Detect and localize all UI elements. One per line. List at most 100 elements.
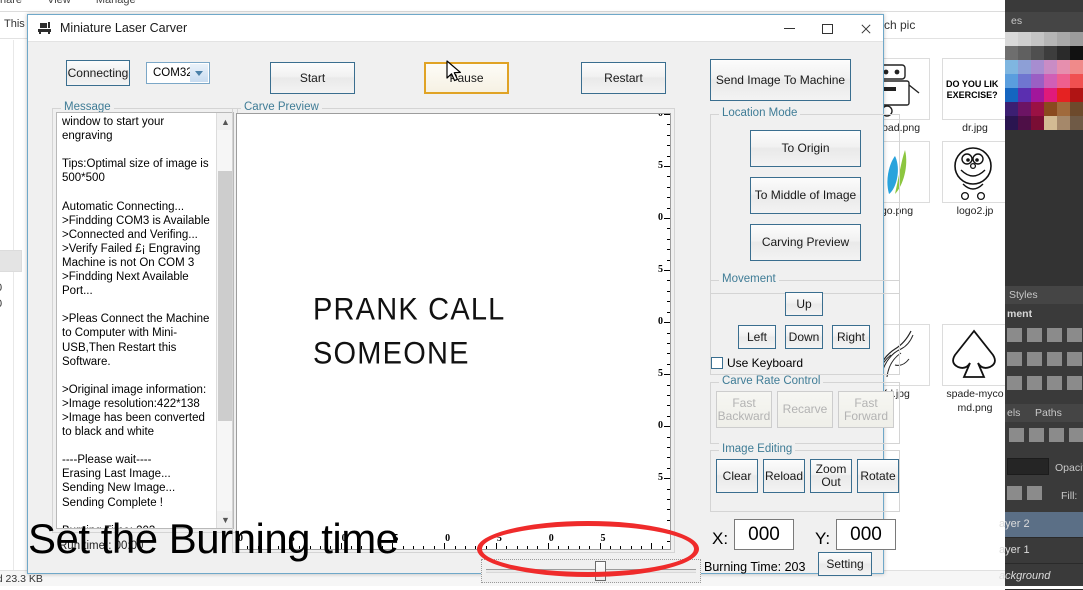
- file-item[interactable]: logo2.jp: [940, 141, 1010, 217]
- ribbon-tab-view[interactable]: View: [47, 0, 71, 6]
- recarve-button[interactable]: Recarve: [777, 391, 833, 428]
- selective-color-icon[interactable]: [1007, 376, 1022, 390]
- setting-button[interactable]: Setting: [818, 552, 872, 576]
- ruler-label: 0: [658, 420, 663, 432]
- brightness-icon[interactable]: [1007, 352, 1022, 366]
- title-bar[interactable]: Miniature Laser Carver: [28, 15, 883, 41]
- start-button[interactable]: Start: [270, 62, 355, 94]
- layer-filter-icons[interactable]: [1009, 428, 1083, 442]
- y-coordinate-field[interactable]: 000: [836, 519, 896, 550]
- channels-tab[interactable]: els: [1007, 407, 1020, 419]
- layer-row[interactable]: ackground: [999, 564, 1083, 590]
- ruler-minor-tick: [667, 467, 670, 469]
- zoom-out-button[interactable]: Zoom Out: [810, 459, 852, 493]
- lock-icon[interactable]: [1027, 486, 1042, 500]
- move-left-button[interactable]: Left: [738, 325, 776, 349]
- ruler-minor-tick: [667, 498, 670, 500]
- use-keyboard-checkbox[interactable]: [711, 357, 723, 369]
- lock-icon-row[interactable]: [1007, 486, 1042, 500]
- paths-tab[interactable]: Paths: [1035, 407, 1062, 419]
- adjustment-filter-icon[interactable]: [1029, 428, 1044, 442]
- move-down-button[interactable]: Down: [785, 325, 823, 349]
- maximize-button[interactable]: [809, 15, 847, 41]
- chevron-down-icon[interactable]: [190, 64, 208, 82]
- fast-forward-button[interactable]: Fast Forward: [838, 391, 894, 428]
- y-label: Y:: [815, 529, 831, 548]
- ruler-minor-tick: [667, 509, 670, 511]
- curves-icon[interactable]: [1027, 328, 1042, 342]
- layer-row[interactable]: ayer 1: [999, 538, 1083, 564]
- color-balance-icon[interactable]: [1047, 352, 1062, 366]
- layer-row[interactable]: ayer 2: [999, 512, 1083, 538]
- ruler-label: 0: [658, 212, 663, 224]
- ruler-minor-tick: [667, 186, 670, 188]
- send-image-to-machine-button[interactable]: Send Image To Machine: [710, 59, 851, 101]
- fast-backward-button[interactable]: Fast Backward: [716, 391, 772, 428]
- layer-name: ayer 1: [999, 544, 1030, 556]
- minimize-button[interactable]: [771, 15, 809, 41]
- carving-preview-button[interactable]: Carving Preview: [750, 224, 861, 261]
- ruler-minor-tick: [667, 436, 670, 438]
- photo-filter-icon[interactable]: [1027, 352, 1042, 366]
- ruler-major-tick: [664, 114, 670, 115]
- pause-button[interactable]: Pause: [424, 62, 509, 94]
- scrollbar-thumb[interactable]: [218, 171, 233, 421]
- ribbon-tab-share[interactable]: hare: [0, 0, 22, 6]
- clear-button[interactable]: Clear: [716, 459, 758, 493]
- levels-icon[interactable]: [1007, 328, 1022, 342]
- adjustments-icon-row-1[interactable]: [1007, 328, 1082, 342]
- image-filter-icon[interactable]: [1009, 428, 1024, 442]
- x-coordinate-field[interactable]: 000: [734, 519, 794, 550]
- close-button[interactable]: [847, 15, 885, 41]
- file-item[interactable]: DO YOU LIK EXERCISE? dr.jpg: [940, 58, 1010, 134]
- exposure-icon[interactable]: [1047, 328, 1062, 342]
- message-scrollbar[interactable]: ▲ ▼: [216, 113, 233, 528]
- ruler-minor-tick: [667, 457, 670, 459]
- gradient-icon[interactable]: [1067, 376, 1082, 390]
- carve-preview-text: PRANK CALL SOMEONE: [313, 288, 506, 377]
- channel-mixer-icon[interactable]: [1067, 352, 1082, 366]
- shape-filter-icon[interactable]: [1069, 428, 1083, 442]
- carve-preview-canvas[interactable]: PRANK CALL SOMEONE 0 5 0 5 0 5 0 5 0 5 0 5 0 5 0 5: [236, 113, 671, 550]
- message-textbox[interactable]: window to start your engraving Tips:Opti…: [56, 112, 234, 529]
- photoshop-panel-tabs[interactable]: Styles: [1005, 286, 1083, 304]
- to-middle-of-image-button[interactable]: To Middle of Image: [750, 177, 861, 214]
- ruler-minor-tick: [667, 332, 670, 334]
- ruler-minor-tick: [667, 176, 670, 178]
- reload-button[interactable]: Reload: [763, 459, 805, 493]
- ruler-minor-tick: [667, 197, 670, 199]
- move-right-button[interactable]: Right: [832, 325, 870, 349]
- file-name-wrap: md.png: [957, 402, 993, 414]
- photoshop-tabbar[interactable]: es: [1005, 12, 1083, 32]
- ribbon-tab-list[interactable]: hare View Manage: [0, 0, 158, 6]
- move-up-button[interactable]: Up: [785, 292, 823, 316]
- image-editing-title: Image Editing: [719, 443, 796, 455]
- explorer-nav-pane[interactable]: 0 0: [0, 40, 22, 570]
- layers-panel-tabs[interactable]: els Paths: [1005, 404, 1083, 422]
- styles-tab[interactable]: Styles: [1009, 289, 1038, 301]
- com-port-select[interactable]: COM32: [146, 62, 210, 84]
- ruler-minor-tick: [667, 207, 670, 209]
- swatches-tab[interactable]: es: [1011, 15, 1022, 27]
- folder-name-label: ch pic: [884, 18, 916, 32]
- swatches-panel[interactable]: [1005, 32, 1083, 130]
- nav-tree-item[interactable]: [0, 250, 22, 272]
- move-lock-icon[interactable]: [1007, 486, 1022, 500]
- vibrance-icon[interactable]: [1067, 328, 1082, 342]
- blend-mode-select[interactable]: [1007, 458, 1049, 475]
- adjustments-icon-row-2[interactable]: [1007, 352, 1082, 366]
- invert-icon[interactable]: [1047, 376, 1062, 390]
- ruler-label: 0: [445, 533, 451, 544]
- adjustments-icon-row-3[interactable]: [1007, 376, 1082, 390]
- to-origin-button[interactable]: To Origin: [750, 130, 861, 167]
- restart-button[interactable]: Restart: [581, 62, 666, 94]
- gradient-map-icon[interactable]: [1027, 376, 1042, 390]
- rotate-button[interactable]: Rotate: [857, 459, 899, 493]
- thumbnail-image: [942, 141, 1008, 203]
- type-filter-icon[interactable]: [1049, 428, 1064, 442]
- ribbon-tab-manage[interactable]: Manage: [96, 0, 136, 6]
- ruler-minor-tick: [667, 363, 670, 365]
- connecting-button[interactable]: Connecting: [66, 60, 130, 86]
- spade-outline-icon: [952, 329, 996, 378]
- file-item[interactable]: spade-myco md.png: [940, 324, 1010, 414]
